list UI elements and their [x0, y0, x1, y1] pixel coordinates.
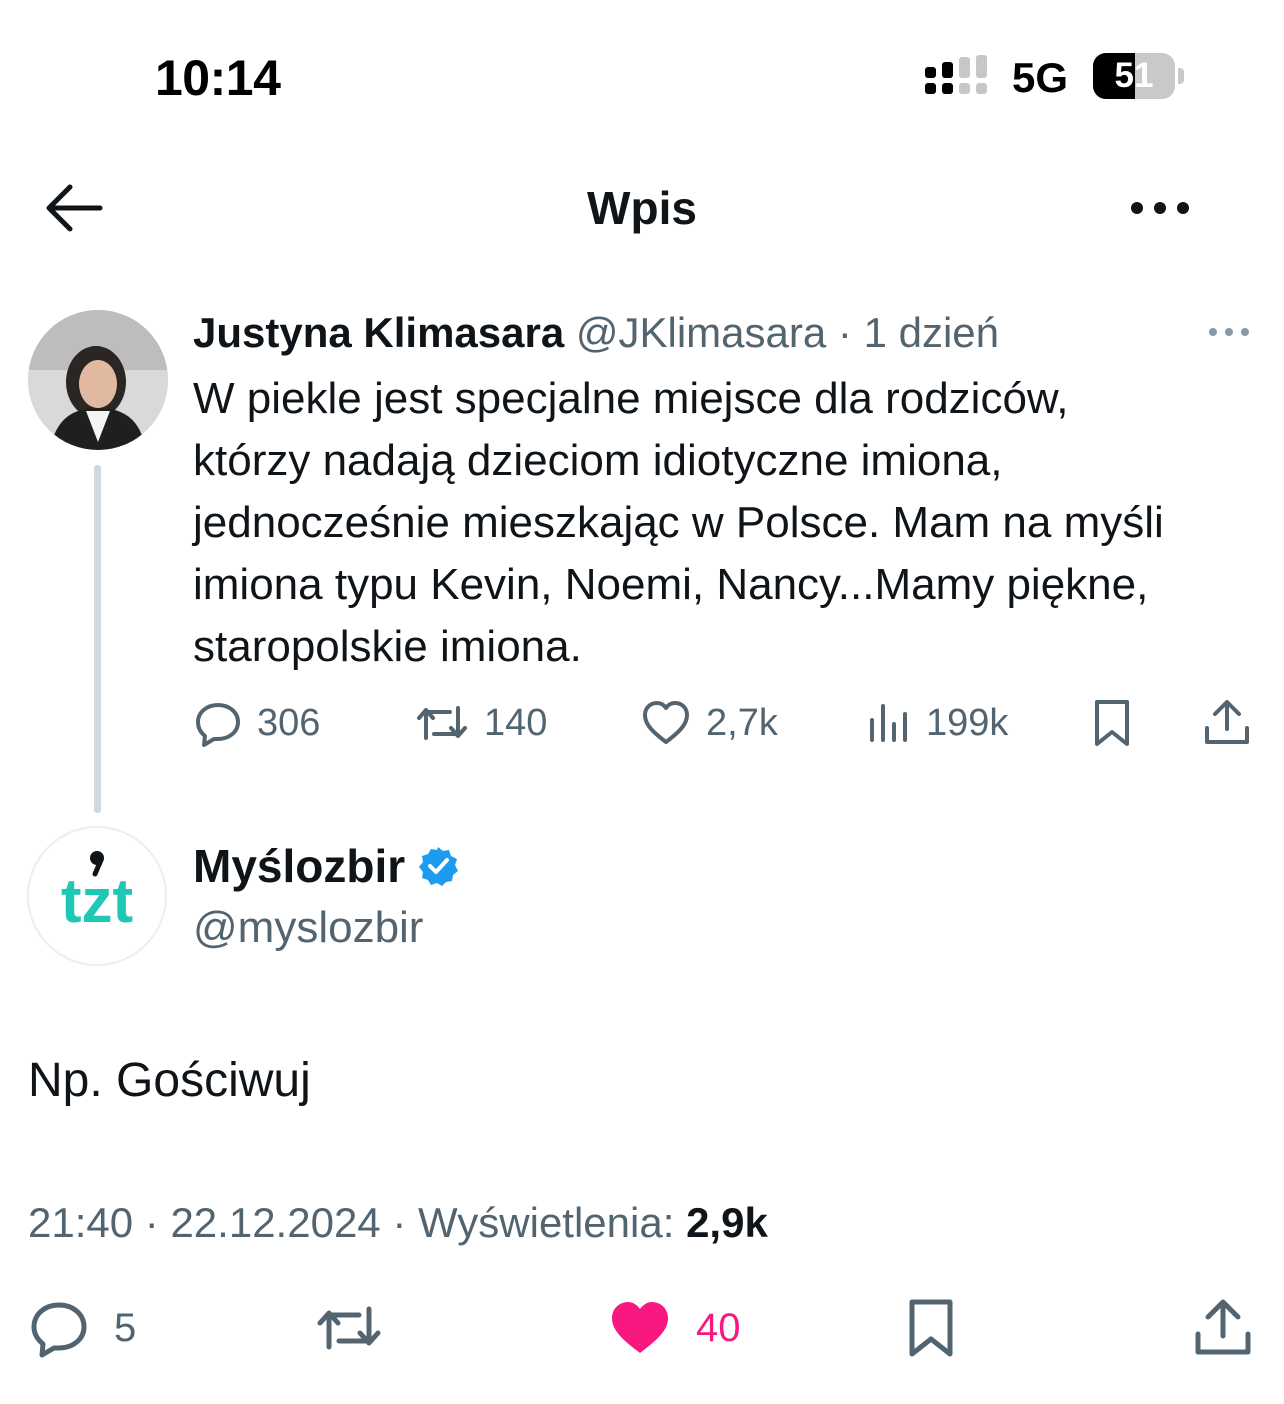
more-horizontal-icon — [1209, 328, 1249, 336]
repost-icon — [317, 1306, 381, 1350]
quoted-views-count: 199k — [926, 702, 1009, 744]
reply-like-count: 40 — [696, 1306, 741, 1350]
reply-reply-count: 5 — [114, 1306, 137, 1350]
quoted-meta-separator: · — [837, 309, 852, 356]
cellular-signal-icon — [925, 55, 987, 94]
quoted-views-button[interactable]: 199k — [866, 695, 1008, 751]
quoted-text-line: jednocześnie mieszkając w Polsce. Mam na… — [193, 498, 1164, 547]
quoted-author-name[interactable]: Justyna Klimasara — [193, 309, 564, 356]
avatar-logo-text: tzt — [61, 867, 133, 936]
reply-share-button[interactable] — [1192, 1296, 1254, 1360]
network-type: 5G — [1012, 54, 1069, 101]
share-upload-icon — [1205, 700, 1249, 744]
bookmark-icon — [909, 1299, 953, 1357]
quoted-time-ago[interactable]: 1 dzień — [864, 309, 999, 356]
thread-connector-line — [94, 465, 101, 813]
more-horizontal-icon — [1131, 202, 1189, 214]
more-options-button[interactable] — [1125, 186, 1195, 230]
repost-icon — [417, 706, 467, 740]
reply-repost-button[interactable] — [314, 1296, 384, 1360]
reply-author-name-row: Myślozbir — [193, 838, 459, 894]
reply-bubble-icon — [31, 1302, 87, 1358]
reply-author-avatar[interactable]: tzt — [27, 826, 167, 966]
quoted-reply-count: 306 — [257, 702, 321, 744]
quoted-repost-button[interactable]: 140 — [414, 695, 547, 751]
reply-meta-separator: · — [392, 1199, 407, 1246]
quoted-text-line: staropolskie imiona. — [193, 622, 582, 671]
quoted-share-button[interactable] — [1202, 695, 1252, 751]
tzt-logo-icon: tzt — [61, 851, 133, 936]
reply-author-handle[interactable]: @myslozbir — [193, 901, 423, 955]
quoted-text-line: W piekle jest specjalne miejsce dla rodz… — [193, 374, 1069, 423]
battery-indicator: 51 — [1093, 53, 1185, 99]
battery-level: 51 — [1114, 56, 1154, 95]
reply-time[interactable]: 21:40 — [28, 1199, 133, 1246]
quoted-bookmark-button[interactable] — [1088, 695, 1136, 751]
quoted-text-line: którzy nadają dzieciom idiotyczne imiona… — [193, 436, 1003, 485]
quoted-tweet-header: Justyna Klimasara @JKlimasara · 1 dzień — [193, 307, 999, 359]
quoted-author-handle[interactable]: @JKlimasara — [576, 309, 826, 356]
reply-tweet-meta: 21:40 · 22.12.2024 · Wyświetlenia: 2,9k — [28, 1196, 768, 1250]
quoted-like-button[interactable]: 2,7k — [640, 695, 778, 751]
heart-icon — [612, 1302, 668, 1353]
quoted-tweet-text[interactable]: W piekle jest specjalne miejsce dla rodz… — [193, 368, 1263, 678]
reply-like-button[interactable]: 40 — [608, 1296, 741, 1360]
reply-bookmark-button[interactable] — [902, 1296, 960, 1360]
status-time: 10:14 — [155, 50, 281, 106]
quoted-reply-button[interactable]: 306 — [193, 695, 320, 751]
quoted-text-line: imiona typu Kevin, Noemi, Nancy...Mamy p… — [193, 560, 1149, 609]
share-upload-icon — [1195, 1299, 1251, 1355]
quoted-repost-count: 140 — [484, 702, 548, 744]
quoted-like-count: 2,7k — [706, 702, 778, 744]
analytics-bars-icon — [870, 704, 907, 742]
profile-photo-icon — [28, 310, 168, 450]
reply-views-count[interactable]: 2,9k — [686, 1199, 768, 1246]
reply-meta-separator: · — [144, 1199, 159, 1246]
reply-tweet-text[interactable]: Np. Gościwuj — [28, 1050, 311, 1112]
verified-badge-icon — [419, 847, 459, 886]
heart-icon — [643, 701, 689, 744]
reply-date[interactable]: 22.12.2024 — [170, 1199, 380, 1246]
reply-bubble-icon — [196, 703, 240, 747]
reply-reply-button[interactable]: 5 — [28, 1296, 136, 1360]
bookmark-icon — [1095, 700, 1129, 746]
quoted-author-avatar[interactable] — [28, 310, 168, 450]
page-title: Wpis — [587, 182, 697, 234]
quoted-more-button[interactable] — [1206, 318, 1252, 346]
reply-author-name[interactable]: Myślozbir — [193, 838, 405, 894]
reply-views-label: Wyświetlenia: — [418, 1199, 675, 1246]
